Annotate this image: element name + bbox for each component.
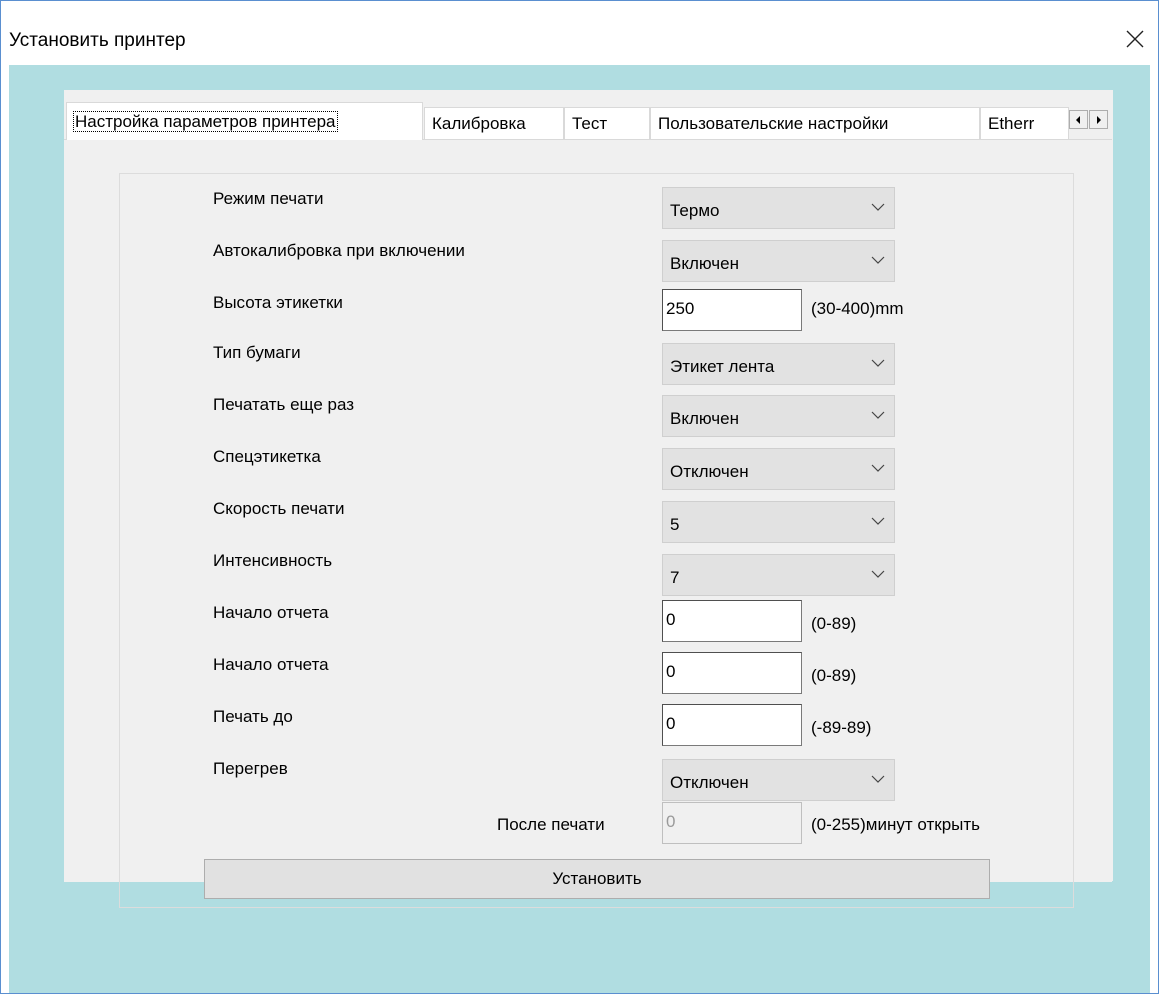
chevron-down-icon: [871, 775, 885, 783]
arrow-left-icon: [1076, 115, 1080, 124]
print-to-input[interactable]: 0: [662, 704, 802, 746]
print-speed-value: 5: [670, 515, 680, 534]
print-to-value: 0: [666, 714, 676, 733]
after-print-range: (0-255)минут открыть: [811, 815, 981, 834]
tab-label: Etherr: [988, 114, 1035, 133]
label-height-label: Высота этикетки: [213, 293, 343, 312]
reprint-value: Включен: [670, 409, 739, 428]
paper-type-label: Тип бумаги: [213, 343, 301, 362]
window-title: Установить принтер: [9, 30, 186, 51]
print-to-range: (-89-89): [811, 718, 872, 737]
arrow-right-icon: [1097, 115, 1101, 124]
intensity-label: Интенсивность: [213, 551, 333, 570]
tab-label: Калибровка: [432, 114, 526, 133]
chevron-down-icon: [871, 411, 885, 419]
printer-parameters-group: Режим печати Термо Автокалибровка при вк…: [119, 173, 1074, 908]
print-speed-label: Скорость печати: [213, 499, 345, 518]
chevron-down-icon: [871, 570, 885, 578]
after-print-label: После печати: [497, 815, 605, 834]
autocalibration-label: Автокалибровка при включении: [213, 241, 465, 260]
close-button[interactable]: [1112, 19, 1158, 59]
close-icon: [1126, 30, 1144, 48]
reprint-select[interactable]: Включен: [662, 395, 895, 437]
print-mode-select[interactable]: Термо: [662, 187, 895, 229]
chevron-down-icon: [871, 359, 885, 367]
tab-test[interactable]: Тест: [564, 107, 650, 139]
printer-setup-window: Установить принтер Настройка параметров …: [0, 0, 1159, 994]
after-print-value: 0: [666, 812, 676, 831]
report-start-input-2[interactable]: 0: [662, 652, 802, 694]
tab-user-settings[interactable]: Пользовательские настройки: [650, 107, 980, 139]
print-speed-select[interactable]: 5: [662, 501, 895, 543]
tab-ethernet[interactable]: Etherr: [980, 107, 1069, 139]
overheat-select[interactable]: Отключен: [662, 759, 895, 801]
tab-calibration[interactable]: Калибровка: [424, 107, 564, 139]
tab-scroll-right-button[interactable]: [1089, 110, 1108, 129]
print-mode-value: Термо: [670, 201, 720, 220]
overheat-value: Отключен: [670, 773, 749, 792]
autocalibration-select[interactable]: Включен: [662, 240, 895, 282]
label-height-range: (30-400)mm: [811, 299, 904, 318]
report-start-label-2: Начало отчета: [213, 655, 329, 674]
client-area: Настройка параметров принтера Калибровка…: [9, 65, 1150, 993]
special-label-label: Спецэтикетка: [213, 447, 321, 466]
autocalibration-value: Включен: [670, 254, 739, 273]
title-bar: Установить принтер: [1, 1, 1158, 65]
label-height-value: 250: [666, 299, 695, 318]
chevron-down-icon: [871, 517, 885, 525]
report-start-range-2: (0-89): [811, 666, 857, 685]
paper-type-value: Этикет лента: [670, 357, 775, 376]
tab-label: Пользовательские настройки: [658, 114, 889, 133]
chevron-down-icon: [871, 256, 885, 264]
chevron-down-icon: [871, 203, 885, 211]
tab-label: Тест: [572, 114, 608, 133]
special-label-select[interactable]: Отключен: [662, 448, 895, 490]
report-start-label: Начало отчета: [213, 603, 329, 622]
paper-type-select[interactable]: Этикет лента: [662, 343, 895, 385]
tab-scroll-left-button[interactable]: [1069, 110, 1088, 129]
intensity-select[interactable]: 7: [662, 554, 895, 596]
settings-panel: Настройка параметров принтера Калибровка…: [64, 90, 1113, 908]
report-start-value: 0: [666, 610, 676, 629]
reprint-label: Печатать еще раз: [213, 395, 355, 414]
report-start-value-2: 0: [666, 662, 676, 681]
report-start-range: (0-89): [811, 614, 857, 633]
print-to-label: Печать до: [213, 707, 293, 726]
tab-scroll-arrows: [1069, 110, 1109, 129]
chevron-down-icon: [871, 464, 885, 472]
tab-label: Настройка параметров принтера: [73, 111, 338, 132]
special-label-value: Отключен: [670, 462, 749, 481]
tab-strip: Настройка параметров принтера Калибровка…: [64, 102, 1113, 140]
overheat-label: Перегрев: [213, 759, 288, 778]
intensity-value: 7: [670, 568, 680, 587]
apply-settings-button[interactable]: Установить: [204, 859, 990, 899]
tab-printer-parameters[interactable]: Настройка параметров принтера: [66, 102, 423, 140]
tab-content: Режим печати Термо Автокалибровка при вк…: [64, 139, 1112, 908]
label-height-input[interactable]: 250: [662, 289, 802, 331]
report-start-input[interactable]: 0: [662, 600, 802, 642]
print-mode-label: Режим печати: [213, 189, 324, 208]
after-print-input: 0: [662, 802, 802, 844]
